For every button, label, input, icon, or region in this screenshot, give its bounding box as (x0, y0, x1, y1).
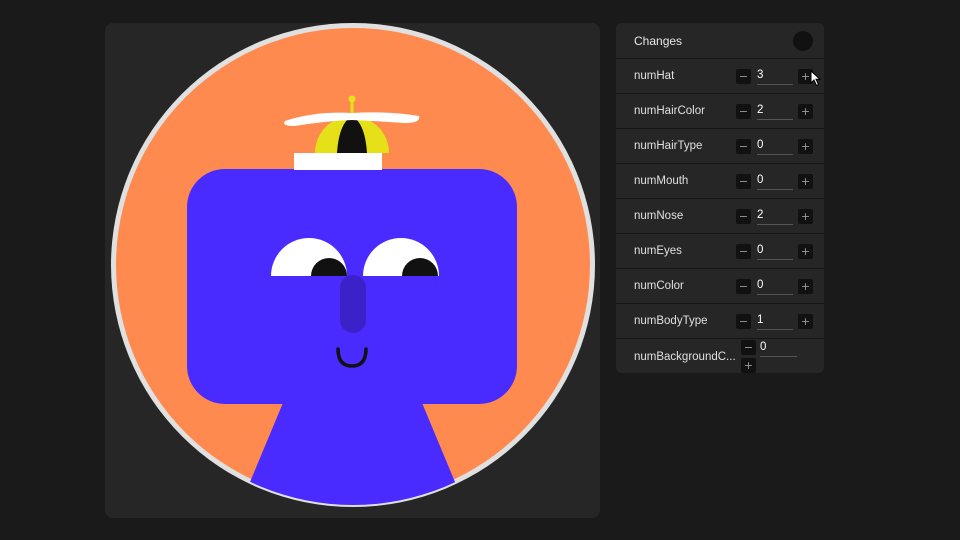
prop-label: numEyes (634, 245, 682, 257)
prop-label: numHairType (634, 140, 703, 152)
changes-header: Changes (616, 23, 824, 59)
avatar-canvas (105, 23, 600, 518)
increment-button[interactable]: + (798, 208, 813, 224)
number-input[interactable]: 1 (757, 312, 793, 330)
avatar-nose (340, 275, 366, 333)
prop-row-numEyes: numEyes − 0 + (616, 234, 824, 269)
decrement-button[interactable]: − (736, 173, 751, 189)
decrement-button[interactable]: − (736, 243, 751, 259)
properties-panel: Changes numHat − 3 + numHairColor − 2 + … (616, 23, 824, 373)
number-stepper: − 1 + (736, 312, 813, 330)
prop-row-numHairColor: numHairColor − 2 + (616, 94, 824, 129)
prop-row-numColor: numColor − 0 + (616, 269, 824, 304)
prop-label: numBodyType (634, 315, 708, 327)
decrement-button[interactable]: − (736, 278, 751, 294)
number-stepper: − 0 + (740, 339, 820, 373)
number-input[interactable]: 3 (757, 67, 793, 85)
number-input[interactable]: 2 (757, 207, 793, 225)
number-input[interactable]: 0 (757, 242, 793, 260)
prop-label: numBackgroundC... (634, 351, 736, 363)
prop-row-numHat: numHat − 3 + (616, 59, 824, 94)
prop-label: numHairColor (634, 105, 705, 117)
number-input[interactable]: 0 (760, 339, 797, 357)
prop-row-numBodyType: numBodyType − 1 + (616, 304, 824, 339)
increment-button[interactable]: + (798, 243, 813, 259)
changes-title: Changes (634, 33, 683, 48)
number-stepper: − 2 + (736, 102, 813, 120)
increment-button[interactable]: + (798, 278, 813, 294)
decrement-button[interactable]: − (736, 103, 751, 119)
hat-band (294, 153, 382, 170)
decrement-button[interactable]: − (736, 208, 751, 224)
decrement-button[interactable]: − (741, 340, 756, 355)
prop-row-numMouth: numMouth − 0 + (616, 164, 824, 199)
avatar-illustration (111, 23, 595, 507)
increment-button[interactable]: + (798, 173, 813, 189)
decrement-button[interactable]: − (736, 138, 751, 154)
number-input[interactable]: 0 (757, 277, 793, 295)
prop-row-numBackgroundColor: numBackgroundC... − 0 + (616, 339, 824, 373)
increment-button[interactable]: + (798, 313, 813, 329)
pointer-cursor-icon (810, 70, 822, 87)
prop-label: numColor (634, 280, 684, 292)
increment-button[interactable]: + (798, 103, 813, 119)
increment-button[interactable]: + (798, 138, 813, 154)
number-input[interactable]: 2 (757, 102, 793, 120)
number-stepper: − 2 + (736, 207, 813, 225)
number-input[interactable]: 0 (757, 137, 793, 155)
number-stepper: − 0 + (736, 172, 813, 190)
decrement-button[interactable]: − (736, 313, 751, 329)
increment-button[interactable]: + (741, 358, 756, 373)
number-stepper: − 0 + (736, 137, 813, 155)
number-input[interactable]: 0 (757, 172, 793, 190)
decrement-button[interactable]: − (736, 68, 751, 84)
number-stepper: − 0 + (736, 277, 813, 295)
changes-indicator-icon[interactable] (793, 30, 813, 51)
prop-row-numHairType: numHairType − 0 + (616, 129, 824, 164)
prop-label: numHat (634, 70, 675, 82)
number-stepper: − 3 + (736, 67, 813, 85)
prop-row-numNose: numNose − 2 + (616, 199, 824, 234)
number-stepper: − 0 + (736, 242, 813, 260)
prop-label: numNose (634, 210, 684, 222)
prop-label: numMouth (634, 175, 689, 187)
